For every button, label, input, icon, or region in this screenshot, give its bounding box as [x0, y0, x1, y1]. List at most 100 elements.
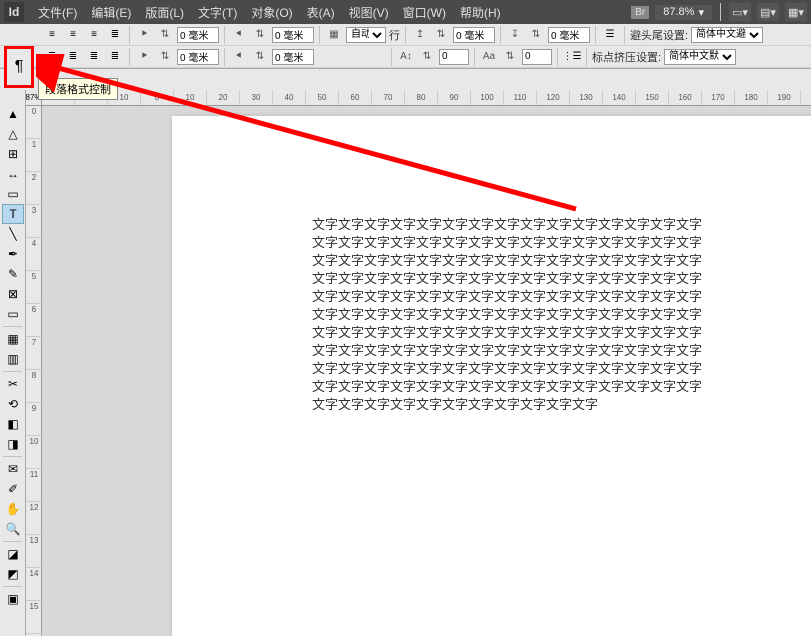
arrange-icon[interactable]: ▤▾ [757, 3, 779, 21]
default-fill-icon[interactable]: ◩ [2, 564, 24, 584]
ruler-mark: 40 [273, 90, 306, 105]
gradient-swatch-icon[interactable]: ◧ [2, 414, 24, 434]
stepper-icon[interactable]: ⇅ [501, 48, 519, 66]
selection-tool-icon[interactable]: ▲ [2, 104, 24, 124]
table-tool-icon[interactable]: ▦ [2, 329, 24, 349]
control-row-1: ≡ ≡ ≡ ≣ ⯈ ⇅ ⯇ ⇅ ▦ 自动 行 ↥ ⇅ ↧ ⇅ ☰ 避头尾设置: … [0, 24, 811, 46]
bh-dropdown[interactable]: 简体中文避头 [691, 27, 763, 43]
note-tool-icon[interactable]: ✉ [2, 459, 24, 479]
menu-layout[interactable]: 版面(L) [139, 2, 190, 23]
paragraph-formatting-button[interactable]: ¶ [4, 46, 34, 88]
toolbox: ▲ △ ⊞ ↔ ▭ T ╲ ✒ ✎ ⊠ ▭ ▦ ▥ ✂ ⟲ ◧ ◨ ✉ ✐ ✋ … [0, 90, 26, 636]
eyedropper-tool-icon[interactable]: ✐ [2, 479, 24, 499]
list-icon[interactable]: ☰ [601, 26, 619, 44]
free-transform-icon[interactable]: ⟲ [2, 394, 24, 414]
stepper-icon[interactable]: ⇅ [156, 48, 174, 66]
bjy-dropdown[interactable]: 简体中文默认 [664, 49, 736, 65]
content-collector-icon[interactable]: ▭ [2, 184, 24, 204]
stepper-icon[interactable]: ⇅ [432, 26, 450, 44]
line-tool-icon[interactable]: ╲ [2, 224, 24, 244]
ruler-mark: 60 [339, 90, 372, 105]
indent-right-input[interactable] [272, 27, 314, 43]
control-row-2: ≣ ≣ ≣ ≣ ⯈ ⇅ ⯇ ⇅ A↕ ⇅ Aa ⇅ ⋮☰ 标点挤压设置: 简体中… [0, 46, 811, 68]
zoom-tool-icon[interactable]: 🔍 [2, 519, 24, 539]
menu-file[interactable]: 文件(F) [32, 2, 83, 23]
columns-icon: ▦ [325, 26, 343, 44]
menu-window[interactable]: 窗口(W) [397, 2, 452, 23]
cell-tool-icon[interactable]: ▥ [2, 349, 24, 369]
ruler-mark: 14 [26, 568, 42, 601]
text-frame[interactable]: 文字文字文字文字文字文字文字文字文字文字文字文字文字文字文字文字文字文字文字文字… [312, 216, 712, 414]
ruler-mark: 170 [702, 90, 735, 105]
ruler-mark: 150 [636, 90, 669, 105]
pencil-tool-icon[interactable]: ✎ [2, 264, 24, 284]
canvas[interactable]: 文字文字文字文字文字文字文字文字文字文字文字文字文字文字文字文字文字文字文字文字… [42, 106, 811, 636]
bridge-badge[interactable]: Br [631, 6, 649, 19]
horizontal-ruler[interactable]: 3020100102030405060708090100110120130140… [42, 90, 811, 106]
menu-edit[interactable]: 编辑(E) [85, 2, 137, 23]
menu-help[interactable]: 帮助(H) [454, 2, 507, 23]
ruler-mark: 190 [768, 90, 801, 105]
space-after-icon: ↧ [506, 26, 524, 44]
direct-selection-tool-icon[interactable]: △ [2, 124, 24, 144]
ruler-mark: 9 [26, 403, 42, 436]
ruler-mark: 11 [26, 469, 42, 502]
zoom-dropdown[interactable]: 87.8%▾ [655, 5, 712, 20]
space-after-input[interactable] [548, 27, 590, 43]
fill-stroke-icon[interactable]: ◪ [2, 544, 24, 564]
align-left-icon[interactable]: ≡ [43, 26, 61, 44]
justify-left-icon[interactable]: ≣ [43, 48, 61, 66]
page-tool-icon[interactable]: ⊞ [2, 144, 24, 164]
app-logo: Id [4, 2, 24, 22]
ruler-mark: 8 [26, 370, 42, 403]
gradient-feather-icon[interactable]: ◨ [2, 434, 24, 454]
ruler-mark: 20 [207, 90, 240, 105]
view-mode-icon[interactable]: ▣ [2, 589, 24, 609]
auto-dropdown[interactable]: 自动 [346, 27, 386, 43]
hand-tool-icon[interactable]: ✋ [2, 499, 24, 519]
screen-mode-icon[interactable]: ▭▾ [729, 3, 751, 21]
type-tool-icon[interactable]: T [2, 204, 24, 224]
gap-tool-icon[interactable]: ↔ [2, 164, 24, 184]
ruler-mark: 5 [26, 271, 42, 304]
baseline-input[interactable] [439, 49, 469, 65]
rectangle-frame-icon[interactable]: ⊠ [2, 284, 24, 304]
align-center-icon[interactable]: ≡ [64, 26, 82, 44]
menu-type[interactable]: 文字(T) [192, 2, 243, 23]
justify-center-icon[interactable]: ≣ [64, 48, 82, 66]
stepper-icon[interactable]: ⇅ [251, 48, 269, 66]
first-indent-input[interactable] [177, 49, 219, 65]
pen-tool-icon[interactable]: ✒ [2, 244, 24, 264]
justify-all-icon[interactable]: ≣ [106, 48, 124, 66]
ruler-mark: 10 [26, 436, 42, 469]
bjy-label: 标点挤压设置: [592, 49, 661, 65]
vertical-ruler[interactable]: 012345678910111213141516 [26, 106, 42, 636]
ruler-mark: 100 [471, 90, 504, 105]
bullet-list-icon[interactable]: ⋮☰ [563, 48, 581, 66]
first-indent-icon: ⯈ [135, 48, 153, 66]
ruler-mark: 10 [174, 90, 207, 105]
ruler-mark: 160 [669, 90, 702, 105]
menu-object[interactable]: 对象(O) [245, 2, 298, 23]
ruler-mark: 0 [26, 106, 42, 139]
workspace-icon[interactable]: ▦▾ [785, 3, 807, 21]
document-area: 87% 302010010203040506070809010011012013… [26, 90, 811, 636]
ruler-mark: 2 [26, 172, 42, 205]
indent-left-input[interactable] [177, 27, 219, 43]
stepper-icon[interactable]: ⇅ [418, 48, 436, 66]
menu-table[interactable]: 表(A) [301, 2, 341, 23]
stepper-icon[interactable]: ⇅ [527, 26, 545, 44]
space-before-input[interactable] [453, 27, 495, 43]
justify-icon[interactable]: ≣ [106, 26, 124, 44]
stepper-icon[interactable]: ⇅ [156, 26, 174, 44]
dropchar-input[interactable] [522, 49, 552, 65]
stepper-icon[interactable]: ⇅ [251, 26, 269, 44]
last-indent-input[interactable] [272, 49, 314, 65]
scissors-tool-icon[interactable]: ✂ [2, 374, 24, 394]
align-right-icon[interactable]: ≡ [85, 26, 103, 44]
justify-right-icon[interactable]: ≣ [85, 48, 103, 66]
ruler-mark: 180 [735, 90, 768, 105]
indent-right-icon: ⯇ [230, 26, 248, 44]
menu-view[interactable]: 视图(V) [343, 2, 395, 23]
rectangle-tool-icon[interactable]: ▭ [2, 304, 24, 324]
